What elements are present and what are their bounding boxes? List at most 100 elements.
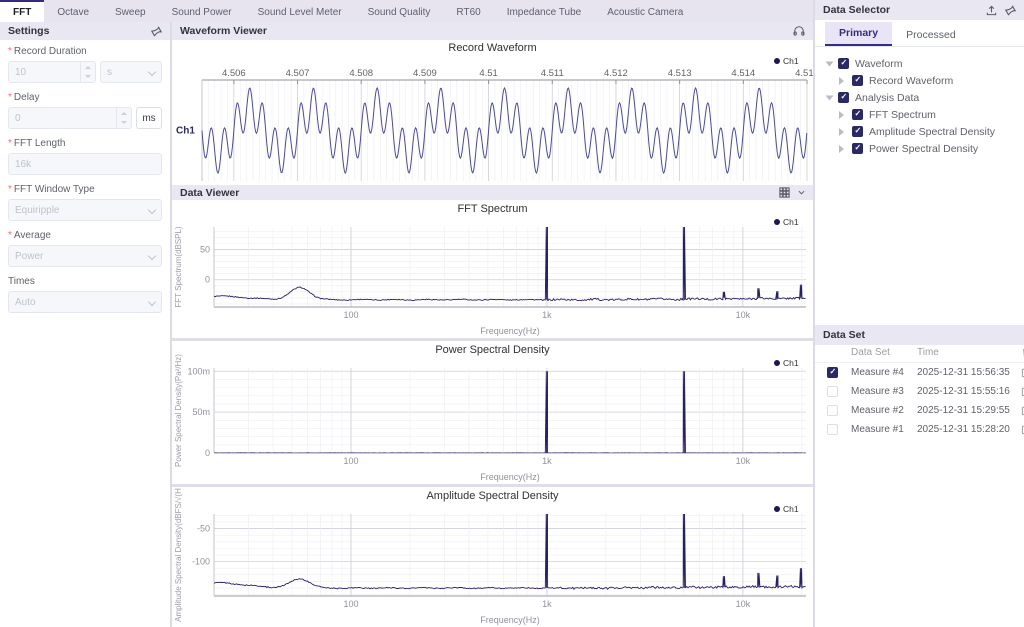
- stepper[interactable]: [116, 108, 131, 128]
- x-tick-label: 4.506: [222, 68, 246, 79]
- tab-octave[interactable]: Octave: [44, 0, 102, 22]
- row-checkbox-cell: [825, 405, 851, 416]
- field-label: *FFT Length: [8, 138, 162, 149]
- select-input[interactable]: Auto: [8, 291, 162, 313]
- chevron-down-icon: [148, 68, 156, 76]
- analysis-mode-tabbar: FFTOctaveSweepSound PowerSound Level Met…: [0, 0, 813, 23]
- row-name: Measure #3: [851, 386, 917, 397]
- x-axis-label: Frequency(Hz): [480, 615, 540, 625]
- field-fft-window-type: *FFT Window TypeEquiripple: [8, 184, 162, 221]
- amplitude_spectral_density-svg: Amplitude Spectral DensityCh1-50-1001001…: [172, 487, 813, 627]
- x-tick-label: 1k: [542, 599, 552, 609]
- data-set-title: Data Set: [823, 329, 865, 341]
- table-row[interactable]: Measure #22025-12-31 15:29:55: [815, 401, 1024, 420]
- step-up[interactable]: [81, 62, 95, 72]
- x-axis-label: Frequency(Hz): [480, 472, 540, 482]
- tree-checkbox[interactable]: [852, 126, 863, 137]
- field-times: TimesAuto: [8, 276, 162, 313]
- tree-checkbox[interactable]: [852, 143, 863, 154]
- step-down-icon: [121, 121, 127, 127]
- tree-item-record-waveform[interactable]: Record Waveform: [821, 72, 1024, 89]
- table-row[interactable]: Measure #12025-12-31 15:28:20: [815, 420, 1024, 439]
- tree-checkbox[interactable]: [852, 75, 863, 86]
- pin-icon[interactable]: [1005, 5, 1016, 16]
- settings-title: Settings: [8, 25, 49, 37]
- row-name: Measure #1: [851, 424, 917, 435]
- step-down[interactable]: [81, 72, 95, 82]
- select-input[interactable]: Power: [8, 245, 162, 267]
- table-header-row: Data SetTime: [815, 342, 1024, 363]
- caret-down-icon[interactable]: [826, 61, 834, 70]
- tree-item-waveform[interactable]: Waveform: [821, 55, 1024, 72]
- tree-checkbox[interactable]: [852, 109, 863, 120]
- stepper[interactable]: [80, 62, 95, 82]
- pin-icon[interactable]: [151, 26, 162, 37]
- table-row[interactable]: Measure #42025-12-31 15:56:35: [815, 363, 1024, 382]
- tab-rt60[interactable]: RT60: [443, 0, 493, 22]
- tab-sound-level-meter[interactable]: Sound Level Meter: [245, 0, 355, 22]
- chevron-down-icon[interactable]: [798, 189, 805, 196]
- x-tick-label: 4.511: [541, 68, 564, 79]
- x-tick-label: 4.515: [795, 68, 813, 79]
- required-asterisk: *: [8, 184, 12, 195]
- text-input[interactable]: 16k: [8, 153, 162, 175]
- row-checkbox[interactable]: [827, 424, 838, 435]
- legend-dot: [774, 506, 780, 512]
- tab-acoustic-camera[interactable]: Acoustic Camera: [594, 0, 696, 22]
- layout-grid-icon[interactable]: [779, 187, 790, 198]
- row-checkbox[interactable]: [827, 386, 838, 397]
- caret-down-icon[interactable]: [826, 95, 834, 104]
- tab-sweep[interactable]: Sweep: [102, 0, 159, 22]
- step-down-icon: [85, 75, 91, 81]
- tab-sound-quality[interactable]: Sound Quality: [355, 0, 444, 22]
- y-tick-label: 50m: [192, 407, 210, 417]
- field-controls: 16k: [8, 153, 162, 175]
- tree-checkbox[interactable]: [838, 92, 849, 103]
- spectrum-line: [214, 509, 806, 590]
- tab-impedance-tube[interactable]: Impedance Tube: [494, 0, 595, 22]
- legend-dot: [774, 360, 780, 366]
- record-waveform-chart: Record WaveformCh14.5064.5074.5084.5094.…: [172, 40, 813, 185]
- tree-item-amplitude-spectral-density[interactable]: Amplitude Spectral Density: [821, 123, 1024, 140]
- app-window: FFTOctaveSweepSound PowerSound Level Met…: [0, 0, 1024, 627]
- caret-right-icon[interactable]: [839, 128, 848, 136]
- tree-item-fft-spectrum[interactable]: FFT Spectrum: [821, 106, 1024, 123]
- chevron-down-icon: [148, 206, 156, 214]
- caret-right-icon[interactable]: [839, 145, 848, 153]
- select-input[interactable]: Equiripple: [8, 199, 162, 221]
- x-tick-label: 10k: [736, 310, 751, 320]
- chevron-down-icon: [148, 252, 156, 260]
- tree-item-analysis-data[interactable]: Analysis Data: [821, 89, 1024, 106]
- step-up[interactable]: [117, 108, 131, 118]
- tree-item-power-spectral-density[interactable]: Power Spectral Density: [821, 140, 1024, 157]
- row-checkbox[interactable]: [827, 367, 838, 378]
- export-icon[interactable]: [986, 5, 997, 16]
- row-time: 2025-12-31 15:56:35: [917, 367, 1021, 378]
- caret-right-icon[interactable]: [839, 111, 848, 119]
- row-checkbox-cell: [825, 386, 851, 397]
- x-tick-label: 10k: [736, 599, 751, 609]
- data-selector-title: Data Selector: [823, 4, 890, 16]
- data-set-table: Data SetTimeMeasure #42025-12-31 15:56:3…: [815, 342, 1024, 439]
- tab-sound-power[interactable]: Sound Power: [159, 0, 245, 22]
- row-checkbox[interactable]: [827, 405, 838, 416]
- chart-title: Record Waveform: [448, 42, 536, 54]
- number-input[interactable]: 10: [8, 61, 96, 83]
- tab-fft[interactable]: FFT: [0, 0, 44, 22]
- field-label: *Delay: [8, 92, 162, 103]
- tree-checkbox[interactable]: [838, 58, 849, 69]
- power_spectral_density-svg: Power Spectral DensityCh1100m50m01001k10…: [172, 341, 813, 484]
- select-input[interactable]: s: [100, 61, 162, 83]
- table-row[interactable]: Measure #32025-12-31 15:55:16: [815, 382, 1024, 401]
- step-down[interactable]: [117, 118, 131, 128]
- tab-primary[interactable]: Primary: [825, 22, 892, 46]
- chevron-down-icon: [148, 298, 156, 306]
- required-asterisk: *: [8, 46, 12, 57]
- headphones-icon[interactable]: [793, 25, 805, 37]
- number-input[interactable]: 0: [8, 107, 132, 129]
- tab-processed[interactable]: Processed: [892, 24, 970, 46]
- field-average: *AveragePower: [8, 230, 162, 267]
- caret-right-icon[interactable]: [839, 77, 848, 85]
- tree-item-label: Amplitude Spectral Density: [869, 126, 995, 138]
- data-selector-tree: WaveformRecord WaveformAnalysis DataFFT …: [815, 47, 1024, 157]
